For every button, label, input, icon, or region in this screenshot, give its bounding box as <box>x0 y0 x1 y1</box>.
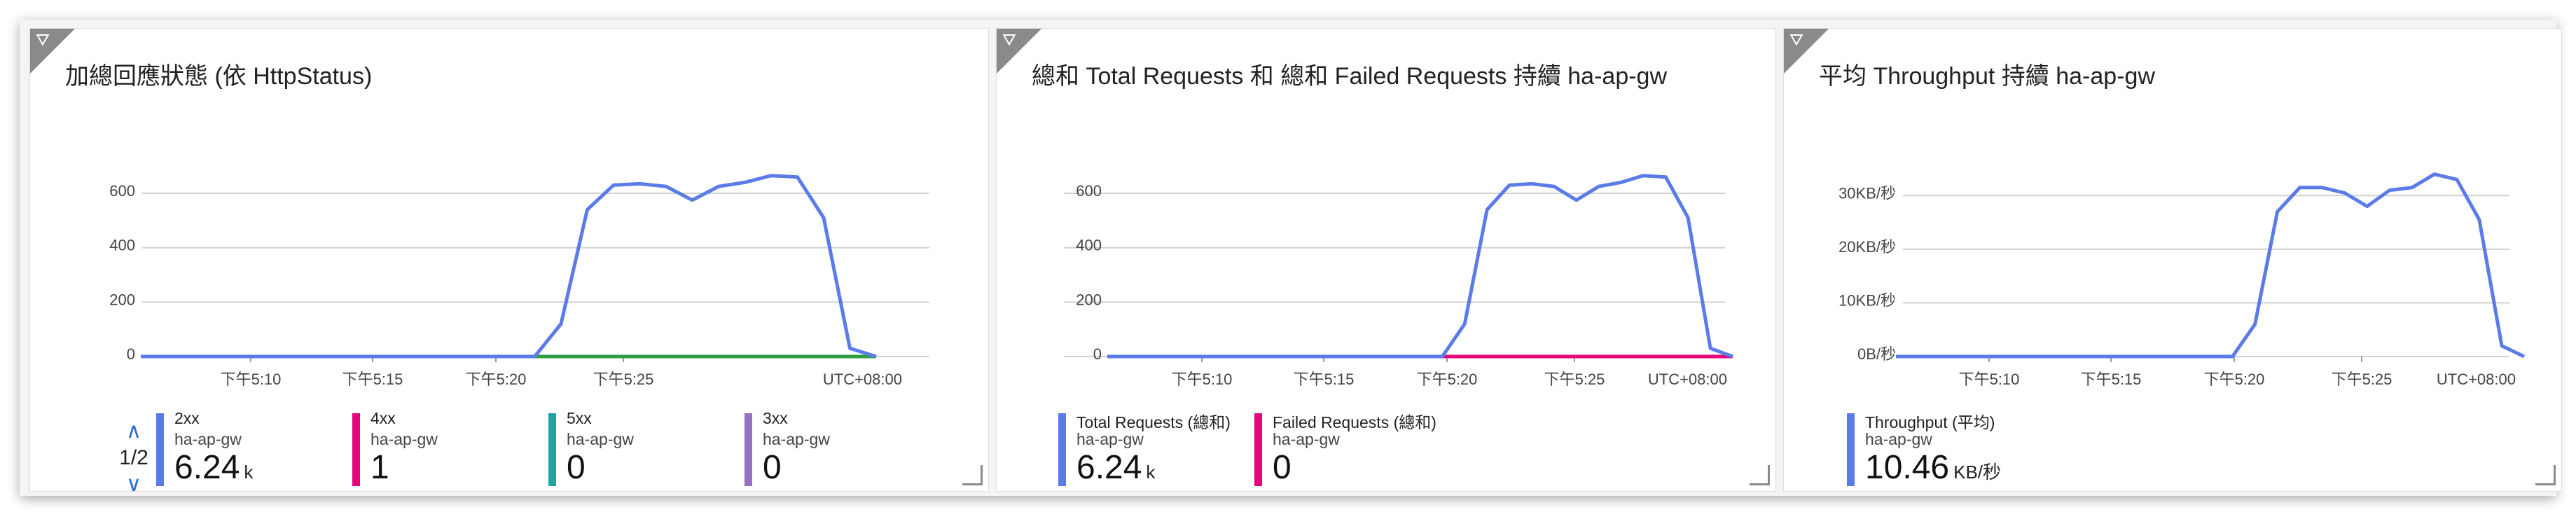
legend-value: 6.24 k <box>1076 448 1155 487</box>
legend-series-name: 5xx <box>567 409 592 427</box>
legend-value-unit: k <box>244 462 254 483</box>
legend-value-number: 6.24 <box>174 449 240 486</box>
legend-color-bar <box>1058 413 1066 486</box>
legend-value: 0 <box>1273 448 1296 487</box>
series-line-total-requests[interactable] <box>1107 174 1733 359</box>
y-tick-label: 20KB/秒 <box>1838 238 1896 256</box>
y-tick-label: 0B/秒 <box>1857 345 1896 363</box>
legend-series-name: 3xx <box>763 409 788 427</box>
legend-resource: ha-ap-gw <box>1076 430 1144 448</box>
legend-resource: ha-ap-gw <box>763 430 830 448</box>
x-tick-label: 下午5:15 <box>342 371 403 388</box>
chart-tile-requests[interactable]: ⛛ 總和 Total Requests 和 總和 Failed Requests… <box>996 28 1776 492</box>
legend-color-bar <box>352 413 360 486</box>
legend-value-unit: k <box>1146 462 1156 483</box>
page-indicator: 1/2 <box>119 446 148 469</box>
legend-value-number: 0 <box>763 449 782 486</box>
y-tick-label: 400 <box>1076 237 1102 254</box>
y-tick-label: 200 <box>1076 291 1102 308</box>
resize-handle[interactable] <box>1750 465 1770 485</box>
x-tick-label: 下午5:25 <box>1544 371 1605 388</box>
legend-series-name: 4xx <box>371 409 396 427</box>
resize-handle[interactable] <box>2535 465 2556 485</box>
series-line-2xx[interactable] <box>141 174 877 359</box>
x-tick-label: 下午5:15 <box>1294 371 1355 388</box>
legend-value-number: 6.24 <box>1076 449 1142 486</box>
legend-value: 0 <box>763 448 786 487</box>
timezone-label: UTC+08:00 <box>823 371 902 388</box>
chart-tile-throughput[interactable]: ⛛ 平均 Throughput 持續 ha-ap-gw 0B/秒 10KB/秒 20… <box>1783 28 2562 492</box>
timezone-label: UTC+08:00 <box>2437 371 2516 388</box>
legend-value: 0 <box>567 448 590 487</box>
legend-resource: ha-ap-gw <box>1273 430 1340 448</box>
y-tick-label: 0 <box>1093 345 1102 363</box>
y-tick-label: 10KB/秒 <box>1838 291 1896 309</box>
legend-color-bar <box>1254 413 1262 486</box>
legend-value-unit: KB/秒 <box>1953 462 2002 483</box>
legend-value-number: 1 <box>371 449 389 486</box>
legend-value-number: 0 <box>1273 449 1292 486</box>
y-tick-label: 400 <box>109 237 135 254</box>
timezone-label: UTC+08:00 <box>1648 371 1727 388</box>
legend-value: 6.24 k <box>174 448 253 487</box>
legend-value-number: 10.46 <box>1865 449 1950 486</box>
legend-series-name: 2xx <box>174 409 200 427</box>
legend-resource: ha-ap-gw <box>174 430 242 448</box>
x-tick-label: 下午5:25 <box>2332 371 2393 388</box>
series-line-throughput[interactable] <box>1896 172 2526 359</box>
legend-series-name: Total Requests (總和) <box>1076 413 1231 431</box>
y-tick-label: 600 <box>109 182 135 200</box>
legend-color-bar <box>548 413 556 486</box>
legend-series-name: Throughput (平均) <box>1865 413 1995 431</box>
legend-resource: ha-ap-gw <box>371 430 438 448</box>
legend-value: 1 <box>371 448 394 487</box>
legend-series-name: Failed Requests (總和) <box>1273 413 1436 431</box>
chevron-down-icon[interactable]: ∨ <box>113 474 155 492</box>
chevron-up-icon[interactable]: ∧ <box>113 421 155 442</box>
legend-resource: ha-ap-gw <box>567 430 634 448</box>
x-tick-label: 下午5:20 <box>2204 371 2265 388</box>
x-tick-label: 下午5:20 <box>466 371 527 388</box>
legend-pager: ∧ 1/2 ∨ <box>113 421 155 492</box>
legend-color-bar <box>1847 413 1855 486</box>
legend-color-bar <box>156 413 164 486</box>
legend-resource: ha-ap-gw <box>1865 430 1932 448</box>
resize-handle[interactable] <box>962 465 983 485</box>
y-tick-label: 0 <box>127 345 135 363</box>
x-tick-label: 下午5:10 <box>221 371 282 388</box>
legend-value: 10.46 KB/秒 <box>1865 448 2001 487</box>
x-tick-label: 下午5:10 <box>1172 371 1233 388</box>
x-tick-label: 下午5:20 <box>1417 371 1478 388</box>
y-tick-label: 600 <box>1076 182 1102 200</box>
x-tick-label: 下午5:10 <box>1959 371 2020 388</box>
y-tick-label: 200 <box>109 291 135 308</box>
chart-tile-http-status[interactable]: ⛛ 加總回應狀態 (依 HttpStatus) 0 200 400 600 下午5:10… <box>29 28 989 492</box>
y-tick-label: 30KB/秒 <box>1838 184 1896 202</box>
legend-value-number: 0 <box>567 449 586 486</box>
dashboard-stage: ⛛ 加總回應狀態 (依 HttpStatus) 0 200 400 600 下午5:10… <box>20 20 2562 496</box>
x-tick-label: 下午5:25 <box>593 371 654 388</box>
legend-color-bar <box>745 413 752 486</box>
x-tick-label: 下午5:15 <box>2081 371 2142 388</box>
